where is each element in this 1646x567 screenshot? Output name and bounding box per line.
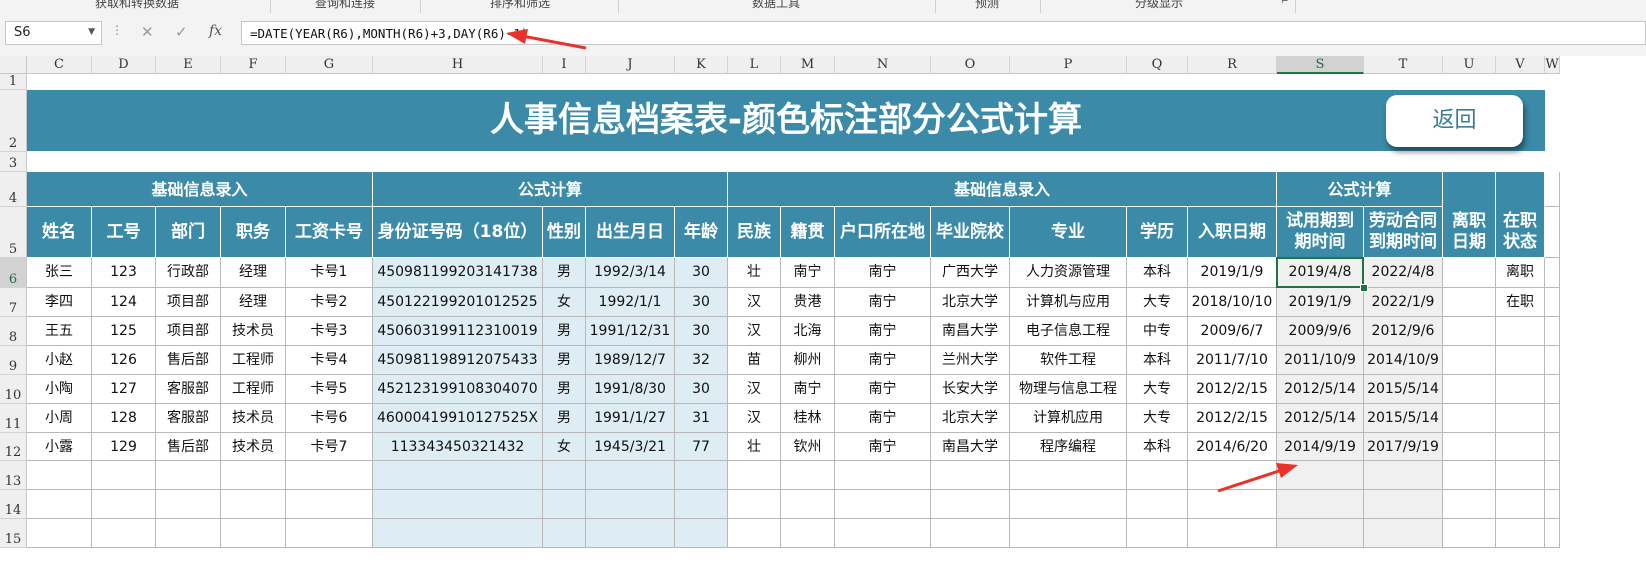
annotation-arrows <box>506 29 1298 493</box>
arrow-icon-result <box>1217 463 1298 493</box>
arrow-icon-formula <box>506 29 587 50</box>
